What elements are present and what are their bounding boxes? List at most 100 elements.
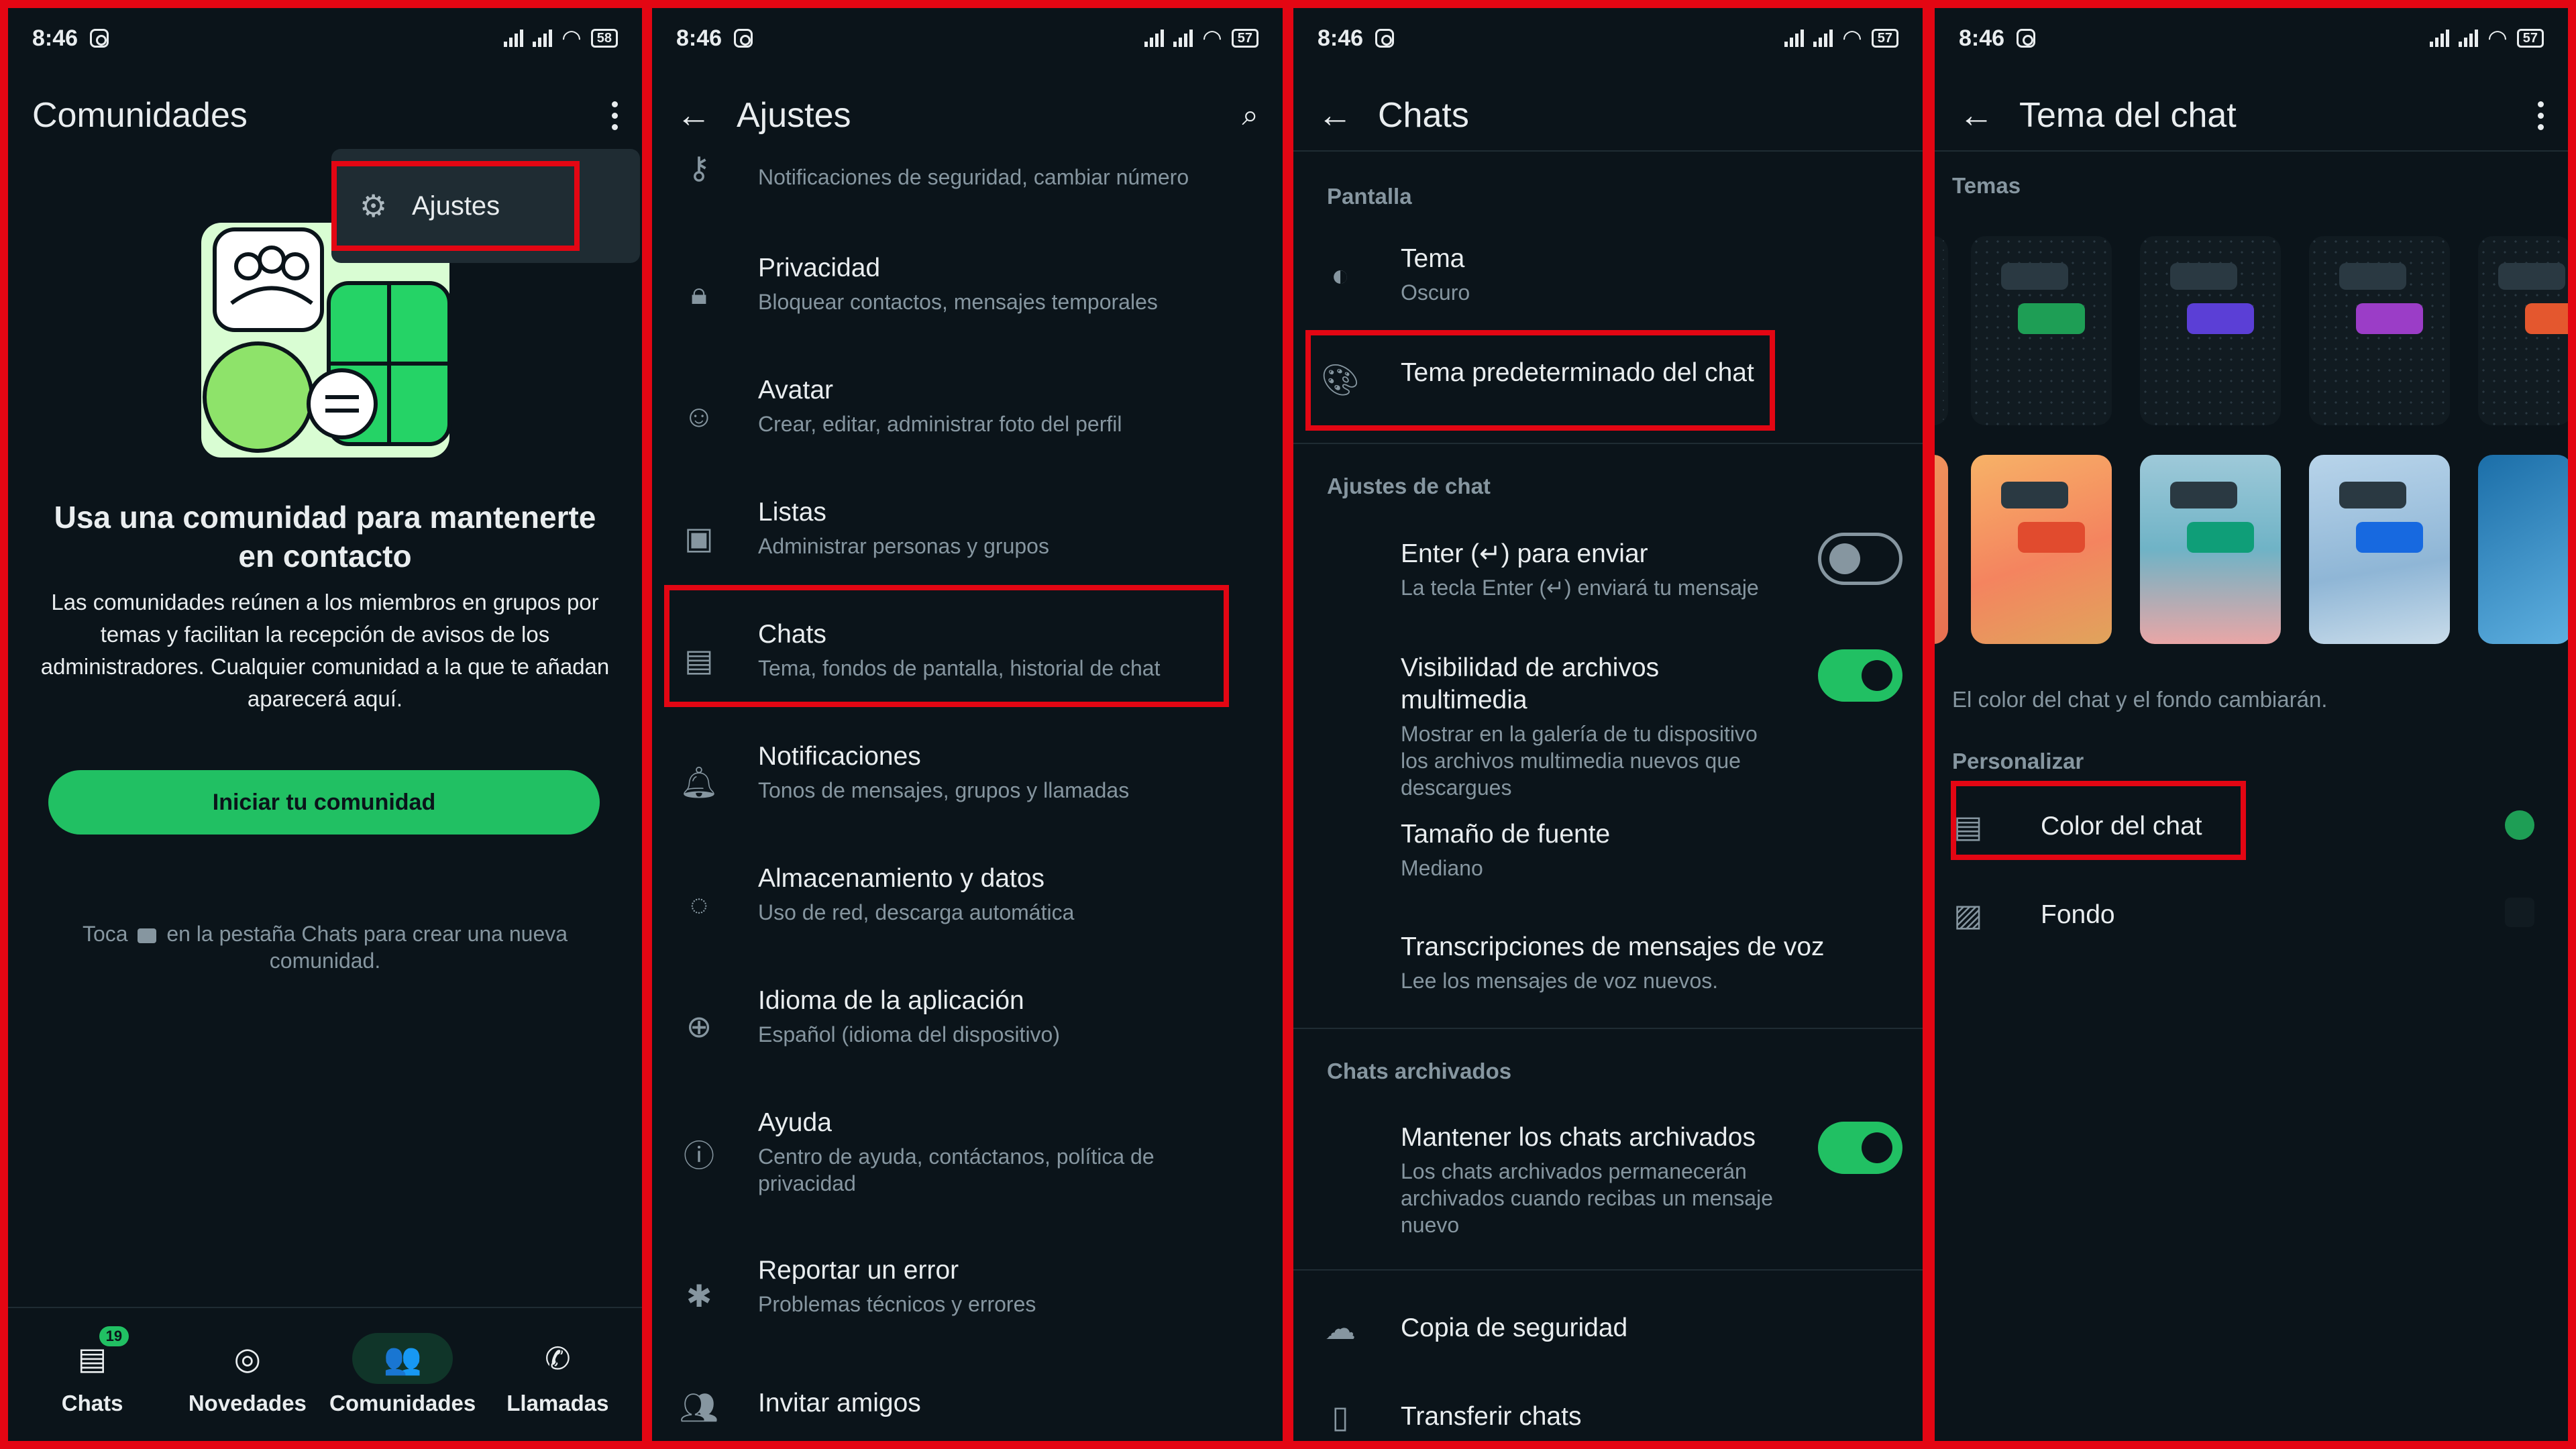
wifi-icon: ◠ [561,25,582,51]
nav-label: Comunidades [329,1391,476,1415]
setting-title: Tema [1401,244,1465,273]
nav-label: Novedades [188,1391,307,1415]
instagram-icon [734,29,753,48]
theme-preview-bubble [2339,263,2406,290]
hint-prefix: Toca [82,922,128,946]
theme-option[interactable] [1971,455,2112,644]
settings-item-sub: Tonos de mensajes, grupos y llamadas [758,778,1130,802]
instagram-icon [2017,29,2036,48]
theme-option[interactable] [2478,455,2568,644]
settings-item-title: Reportar un error [758,1256,959,1285]
toggle-keep-archived[interactable] [1818,1122,1902,1174]
highlight-box-ajustes [331,161,580,251]
settings-item-title: Avatar [758,376,834,405]
status-bar: 8:46 ◠ 57 [1293,8,1923,68]
toggle-media-visibility[interactable] [1818,649,1902,702]
brightness-icon: ◐ [1331,258,1350,292]
status-bar: 8:46 ◠ 57 [1935,8,2568,68]
settings-item-title: Ayuda [758,1108,832,1137]
setting-sub: La tecla Enter (↵) enviará tu mensaje [1401,576,1759,600]
globe-icon: ⊕ [686,1009,712,1044]
setting-sub: Lee los mensajes de voz nuevos. [1401,969,1719,993]
bottom-navigation: ▤ 19 Chats ◎ Novedades 👥 Comunidades ✆ L… [8,1307,642,1441]
settings-item-sub: Uso de red, descarga automática [758,900,1075,924]
setting-value: Mediano [1401,856,1483,880]
theme-preview-bubble [2001,263,2068,290]
back-arrow-icon[interactable]: ← [1959,95,1999,136]
bug-icon: ✱ [686,1279,712,1313]
theme-option[interactable] [2140,455,2281,644]
signal-icon-2 [1813,30,1833,47]
theme-option[interactable] [1935,455,1948,644]
key-icon: ⚷ [688,150,710,185]
theme-option[interactable] [2478,236,2568,425]
divider [1293,443,1923,444]
signal-icon [504,30,524,47]
back-arrow-icon[interactable]: ← [1318,95,1358,136]
divider [1293,1269,1923,1271]
more-options-icon[interactable] [2538,101,2544,130]
search-icon[interactable]: ⌕ [1242,99,1258,132]
divider [1293,150,1923,152]
wallpaper-swatch [2505,898,2534,927]
updates-icon: ◎ [233,1341,261,1376]
communities-icon: 👥 [352,1333,453,1384]
theme-option[interactable] [1971,236,2112,425]
empty-state-heading: Usa una comunidad para mantenerte en con… [35,498,615,576]
setting-sub: Mostrar en la galería de tu dispositivo … [1401,722,1758,800]
settings-item-sub: Administrar personas y grupos [758,534,1049,558]
signal-icon [1784,30,1805,47]
status-bar: 8:46 ◠ 57 [652,8,1283,68]
people-icon: 👥︎ [679,1389,719,1425]
phone-transfer-icon: ▯ [1332,1399,1349,1434]
setting-title: Fondo [2041,900,2115,929]
theme-preview-bubble-colored [2018,303,2085,334]
settings-item-sub: Notificaciones de seguridad, cambiar núm… [758,165,1189,189]
highlight-box-chats [664,585,1229,707]
storage-icon: ◌ [690,887,708,922]
app-bar: ← Tema del chat [1935,75,2568,156]
heading-line-1: Usa una comunidad para mantenerte [54,500,596,535]
avatar-icon: ☺ [683,398,715,433]
theme-preview-bubble [2339,482,2406,508]
section-chat-settings: Ajustes de chat [1327,474,1491,498]
page-title: Ajustes [737,96,851,135]
toggle-enter-to-send[interactable] [1818,533,1902,585]
start-community-button[interactable]: Iniciar tu comunidad [48,770,600,835]
nav-chats[interactable]: ▤ 19 Chats [19,1326,166,1416]
settings-item-title: Privacidad [758,254,881,282]
theme-option[interactable] [2309,455,2450,644]
theme-preview-bubble [2001,482,2068,508]
setting-title: Mantener los chats archivados [1401,1123,1756,1152]
toggle-knob [1829,543,1860,574]
nav-novedades[interactable]: ◎ Novedades [174,1333,321,1416]
setting-title: Copia de seguridad [1401,1313,1628,1342]
settings-item-sub: Bloquear contactos, mensajes temporales [758,290,1158,314]
setting-title: Enter (↵) para enviar [1401,539,1648,568]
lock-icon: 🔒︎ [690,276,708,311]
instagram-icon [90,29,109,48]
toggle-knob [1862,1132,1892,1163]
theme-option[interactable] [1935,236,1948,425]
theme-option[interactable] [2140,236,2281,425]
nav-llamadas[interactable]: ✆ Llamadas [484,1333,631,1416]
theme-preview-bubble [2170,263,2237,290]
nav-label: Llamadas [506,1391,609,1415]
back-arrow-icon[interactable]: ← [676,95,716,136]
help-icon: ⓘ [684,1138,714,1173]
settings-item-sub: Centro de ayuda, contáctanos, política d… [758,1144,1155,1195]
chats-settings-screen: 8:46 ◠ 57 ← Chats Pantalla ◐ Tema Oscuro … [1293,8,1923,1441]
settings-item-title: Listas [758,498,826,527]
highlight-box-chat-color [1951,781,2246,860]
empty-state-hint: Toca en la pestaña Chats para crear una … [68,920,582,974]
toggle-knob [1862,660,1892,691]
divider [1935,150,2568,152]
section-archived: Chats archivados [1327,1059,1512,1083]
status-time: 8:46 [1959,25,2005,51]
phone-icon: ✆ [545,1341,571,1376]
theme-note: El color del chat y el fondo cambiarán. [1952,687,2328,712]
theme-option[interactable] [2309,236,2450,425]
nav-comunidades[interactable]: 👥 Comunidades [329,1333,476,1416]
chat-color-swatch [2505,810,2534,840]
more-options-icon[interactable] [612,101,618,130]
